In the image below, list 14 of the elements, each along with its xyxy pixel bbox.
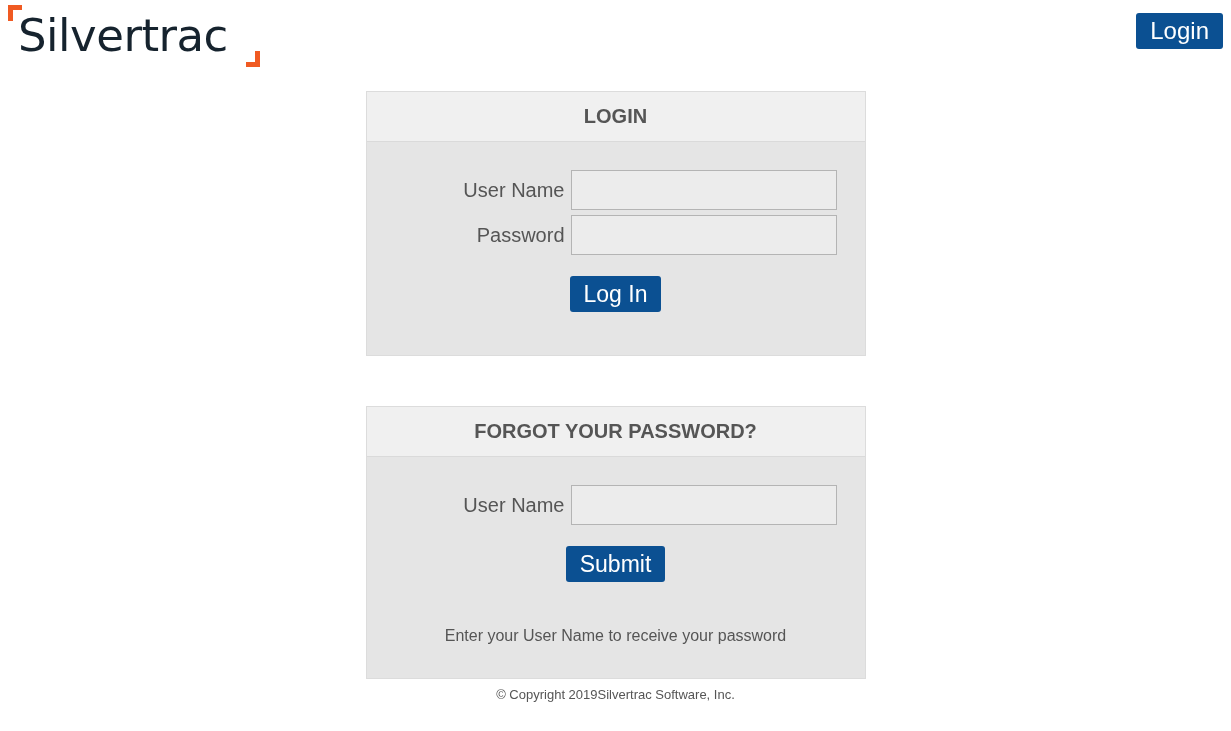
copyright-text: © Copyright 2019Silvertrac Software, Inc. (496, 687, 735, 702)
login-button[interactable]: Login (1136, 13, 1223, 49)
panel-title: FORGOT YOUR PASSWORD? (474, 420, 757, 443)
silvertrac-logo: Silvertrac (8, 5, 260, 67)
input-field[interactable] (570, 215, 837, 255)
panel-title: LOGIN (583, 105, 648, 128)
input-field[interactable] (570, 170, 837, 210)
field-label: User Name (462, 178, 565, 202)
field-label: Password (475, 223, 565, 247)
field-label: User Name (462, 493, 565, 517)
submit-button[interactable]: Submit (565, 546, 666, 582)
input-field[interactable] (570, 485, 837, 525)
submit-button[interactable]: Log In (569, 276, 662, 312)
help-text: Enter your User Name to receive your password (443, 627, 788, 645)
